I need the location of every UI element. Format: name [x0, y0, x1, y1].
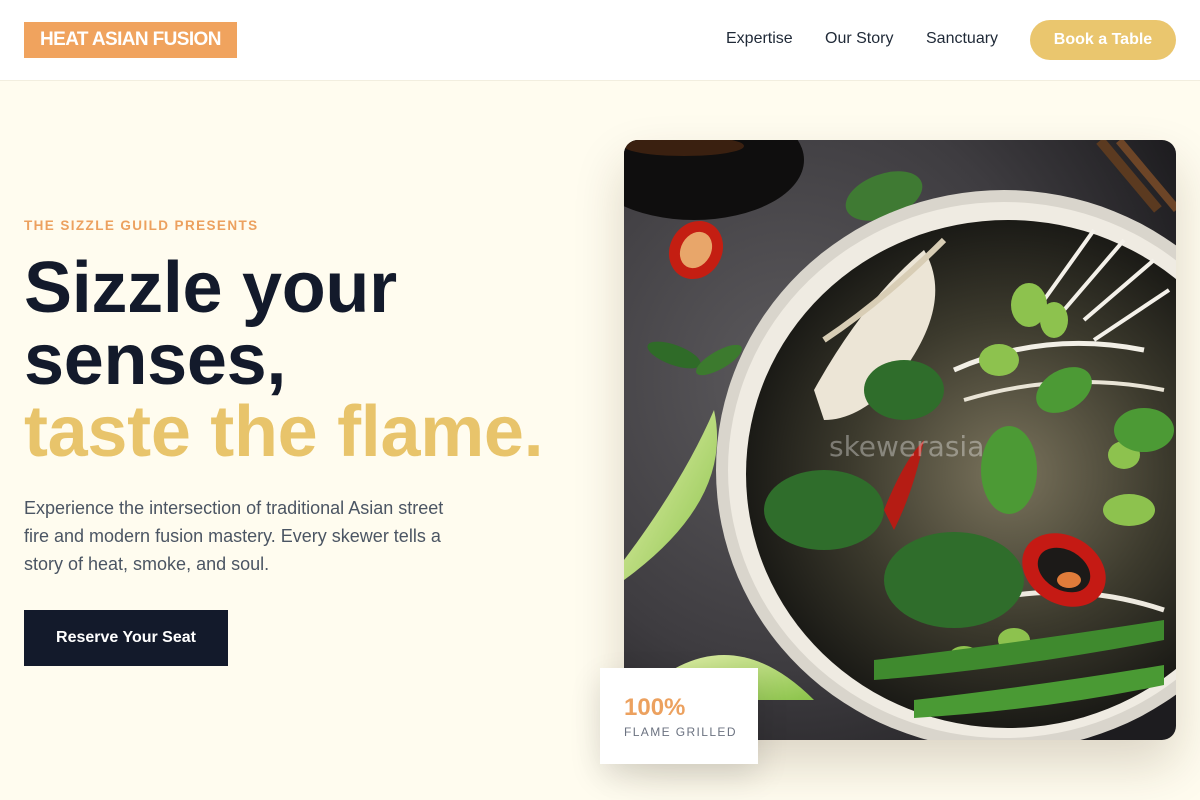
- book-table-button[interactable]: Book a Table: [1030, 20, 1176, 60]
- headline-accent: taste the flame.: [24, 392, 544, 472]
- nav-link-sanctuary[interactable]: Sanctuary: [926, 29, 998, 49]
- headline-line-1: Sizzle your: [24, 248, 397, 328]
- noodle-bowl-photo: skewerasia: [624, 140, 1176, 740]
- nav-link-our-story[interactable]: Our Story: [825, 29, 893, 49]
- stat-value: 100%: [624, 694, 686, 721]
- image-watermark: skewerasia: [829, 430, 984, 463]
- hero-eyebrow: THE SIZZLE GUILD PRESENTS: [24, 218, 259, 233]
- reserve-seat-button[interactable]: Reserve Your Seat: [24, 610, 228, 666]
- nav-link-expertise[interactable]: Expertise: [726, 29, 793, 49]
- site-header: HEAT ASIAN FUSION Expertise Our Story Sa…: [0, 0, 1200, 81]
- stat-label: FLAME GRILLED: [624, 725, 737, 739]
- brand-logo[interactable]: HEAT ASIAN FUSION: [24, 22, 237, 58]
- hero-headline: Sizzle your senses, taste the flame.: [24, 252, 604, 468]
- headline-line-2: senses,: [24, 320, 287, 400]
- hero-description: Experience the intersection of tradition…: [24, 498, 444, 574]
- stat-card: 100% FLAME GRILLED: [600, 668, 758, 764]
- hero-food-image: skewerasia: [624, 140, 1176, 740]
